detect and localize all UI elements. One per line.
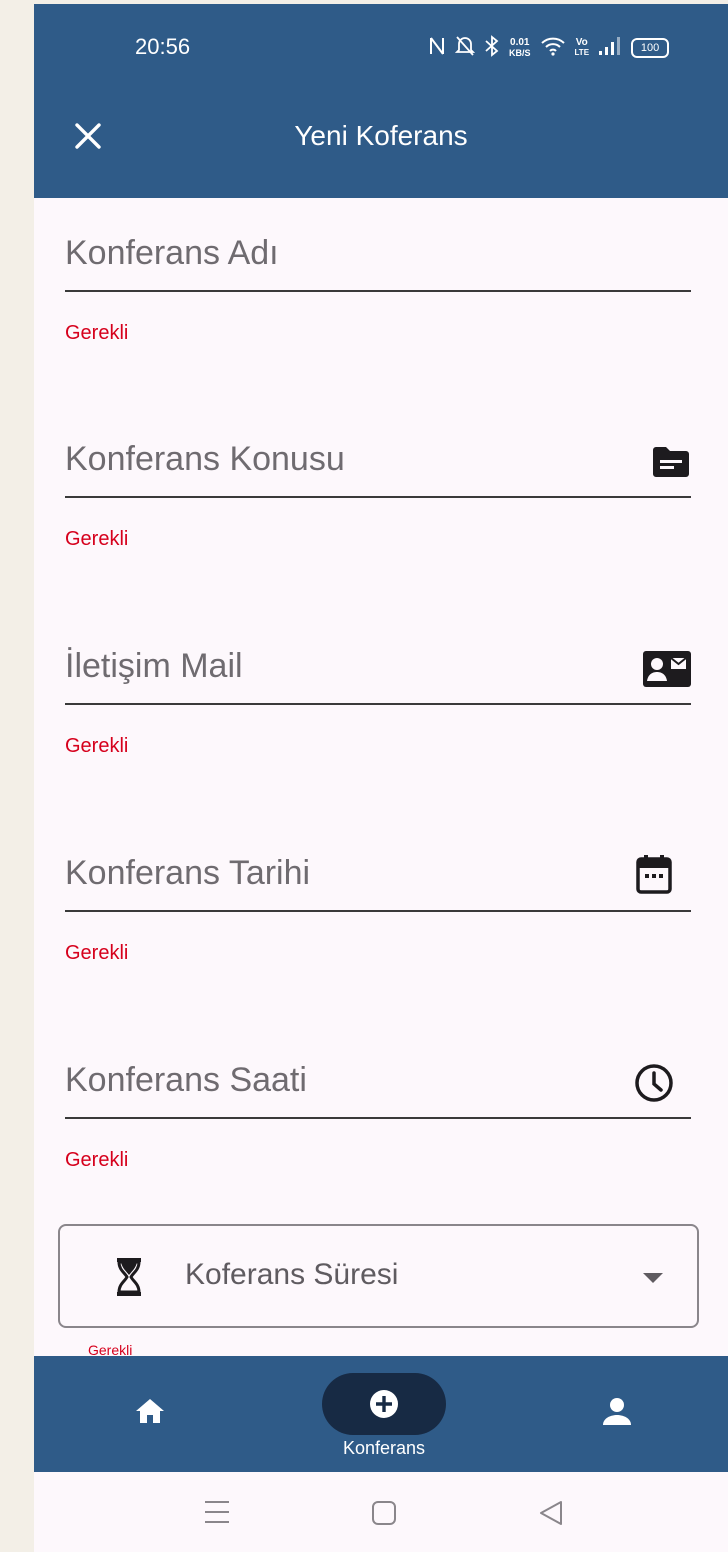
status-time: 20:56 [135, 34, 191, 59]
field-underline [65, 703, 691, 705]
nav-conference-label: Konferans [342, 1438, 426, 1458]
battery-level: 100 [640, 42, 660, 54]
chevron-down-icon [643, 1270, 663, 1288]
duration-dropdown[interactable]: Koferans Süresi [58, 1224, 699, 1328]
contact-mail-placeholder: İletişim Mail [65, 647, 243, 685]
speed-unit: KB/S [509, 48, 531, 58]
back-triangle-icon [540, 1501, 562, 1525]
contact-mail-icon [643, 651, 691, 692]
nav-profile-button[interactable] [602, 1396, 632, 1431]
battery-icon: 100 [631, 38, 670, 58]
nav-conference-button[interactable] [322, 1373, 446, 1435]
duration-error: Gerekli [88, 1342, 133, 1356]
conference-time-placeholder: Konferans Saati [65, 1061, 307, 1099]
conference-topic-error: Gerekli [65, 528, 129, 550]
nav-home-button[interactable] [135, 1398, 165, 1429]
duration-placeholder: Koferans Süresi [185, 1258, 399, 1291]
conference-name-error: Gerekli [65, 322, 129, 344]
add-circle-icon [370, 1390, 398, 1418]
calendar-icon[interactable] [636, 854, 672, 899]
conference-date-placeholder: Konferans Tarihi [65, 854, 311, 892]
volte-bottom: LTE [574, 48, 590, 57]
conference-time-field[interactable]: Konferans Saati Gerekli [65, 1057, 691, 1177]
signal-icon [598, 36, 622, 61]
conference-date-field[interactable]: Konferans Tarihi Gerekli [65, 850, 691, 970]
bottom-nav: Konferans [34, 1356, 728, 1472]
home-system-button[interactable] [371, 1500, 397, 1531]
conference-topic-placeholder: Konferans Konusu [65, 440, 345, 478]
bluetooth-icon [484, 34, 500, 62]
contact-mail-error: Gerekli [65, 735, 129, 757]
home-icon [136, 1399, 164, 1423]
back-system-button[interactable] [539, 1500, 563, 1531]
volte-indicator: Vo LTE [575, 38, 590, 58]
volte-top: Vo [575, 37, 588, 48]
field-underline [65, 910, 691, 912]
conference-name-placeholder: Konferans Adı [65, 234, 279, 272]
speed-value: 0.01 [510, 37, 530, 48]
page-title: Yeni Koferans [294, 120, 468, 151]
conference-name-field[interactable]: Konferans Adı Gerekli [65, 230, 691, 350]
contact-mail-field[interactable]: İletişim Mail Gerekli [65, 643, 691, 763]
field-underline [65, 496, 691, 498]
system-nav-bar [34, 1472, 728, 1552]
field-underline [65, 290, 691, 292]
conference-date-error: Gerekli [65, 942, 129, 964]
recent-apps-button[interactable] [204, 1500, 230, 1529]
app-screen: 20:56 0.01 KB/S Vo LTE 100 Yeni Koferans… [34, 4, 728, 1552]
status-icons: 0.01 KB/S Vo LTE 100 [428, 34, 670, 62]
bell-off-icon [454, 35, 476, 62]
person-icon [603, 1398, 631, 1425]
menu-icon [205, 1501, 229, 1523]
network-speed: 0.01 KB/S [509, 37, 531, 59]
wifi-icon [540, 36, 566, 61]
conference-topic-field[interactable]: Konferans Konusu Gerekli [65, 436, 691, 556]
clock-icon[interactable] [634, 1063, 674, 1108]
topic-folder-icon [651, 446, 691, 483]
square-icon [372, 1501, 396, 1525]
nfc-icon [428, 36, 446, 61]
conference-time-error: Gerekli [65, 1149, 129, 1171]
hourglass-icon [116, 1258, 142, 1301]
field-underline [65, 1117, 691, 1119]
app-bar: 20:56 0.01 KB/S Vo LTE 100 Yeni Koferans [34, 4, 728, 198]
